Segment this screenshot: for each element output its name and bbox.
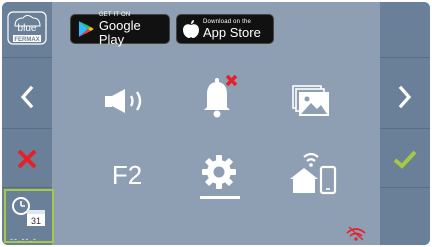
app-store-button[interactable]: Download on the App Store — [176, 14, 274, 44]
smart-home-button[interactable] — [286, 148, 342, 196]
google-play-button[interactable]: GET IT ON Google Play — [70, 12, 170, 47]
google-play-icon — [78, 21, 94, 37]
gear-icon — [202, 155, 236, 189]
f2-button[interactable]: F2 — [102, 154, 152, 196]
volume-icon — [105, 89, 142, 113]
google-play-label: Google Play — [98, 17, 141, 47]
next-button[interactable] — [380, 74, 430, 119]
main-menu: GET IT ON Google Play Download on the Ap… — [54, 2, 378, 245]
blue-logo: blue FERMAX — [2, 8, 52, 48]
mute-button[interactable] — [194, 72, 244, 120]
gallery-button[interactable] — [286, 80, 336, 122]
chevron-left-icon — [20, 85, 34, 108]
smart-home-wifi-icon — [290, 152, 337, 195]
date-placeholder: --.--.- — [10, 234, 37, 244]
checkmark-icon — [393, 150, 417, 169]
wifi-status — [344, 224, 368, 242]
svg-text:blue: blue — [18, 23, 37, 34]
previous-button[interactable] — [2, 74, 52, 119]
wifi-off-icon — [346, 226, 366, 241]
settings-button[interactable] — [194, 148, 244, 196]
cancel-button[interactable] — [2, 136, 52, 181]
close-icon — [17, 149, 37, 168]
monitor-screen: blue FERMAX 31 --.--.- GET IT ON Google … — [2, 2, 430, 245]
gallery-icon — [292, 85, 329, 116]
right-sidebar — [380, 2, 430, 245]
volume-button[interactable] — [102, 80, 152, 122]
svg-text:FERMAX: FERMAX — [14, 37, 39, 43]
chevron-right-icon — [398, 85, 412, 108]
svg-text:31: 31 — [31, 216, 41, 226]
clock-calendar-icon: 31 — [12, 197, 45, 226]
apple-icon — [183, 20, 199, 38]
selected-indicator — [200, 196, 240, 199]
bell-muted-icon — [204, 74, 238, 118]
blue-fermax-logo-icon: blue FERMAX — [7, 11, 47, 45]
app-store-label: App Store — [203, 24, 261, 40]
f2-label: F2 — [111, 159, 143, 190]
confirm-button[interactable] — [380, 136, 430, 181]
